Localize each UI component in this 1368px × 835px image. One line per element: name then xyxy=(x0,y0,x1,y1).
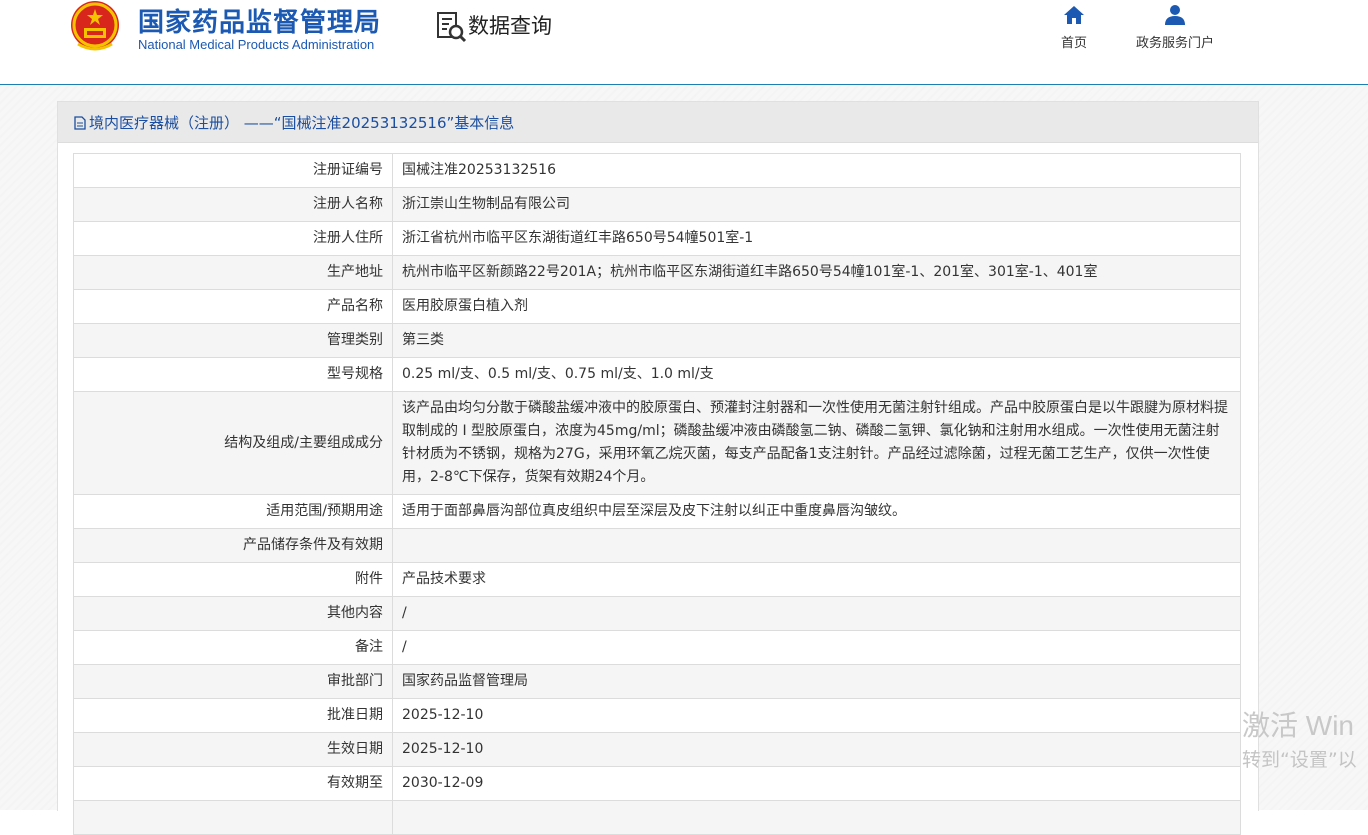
table-row: 注册证编号 国械注准20253132516 xyxy=(73,153,1241,188)
field-label: 备注 xyxy=(73,630,393,665)
info-table-body: 注册证编号 国械注准20253132516 注册人名称 浙江崇山生物制品有限公司 注册人… xyxy=(73,153,1241,835)
field-value: 2025-12-10 xyxy=(392,698,1241,733)
field-value: 国家药品监督管理局 xyxy=(392,664,1241,699)
nav-home-link[interactable]: 首页 xyxy=(1058,4,1090,51)
field-value: 国械注准20253132516 xyxy=(392,153,1241,188)
table-row: 型号规格 0.25 ml/支、0.5 ml/支、0.75 ml/支、1.0 ml/… xyxy=(73,357,1241,392)
field-label: 产品名称 xyxy=(73,289,393,324)
field-label xyxy=(73,800,393,835)
table-row: 其他内容 / xyxy=(73,596,1241,631)
site-title: 国家药品监督管理局 xyxy=(138,8,382,38)
activation-watermark-sub: 转到“设置”以 xyxy=(1242,749,1357,771)
field-value: / xyxy=(392,596,1241,631)
field-label: 生产地址 xyxy=(73,255,393,290)
table-row: 附件 产品技术要求 xyxy=(73,562,1241,597)
field-value: 该产品由均匀分散于磷酸盐缓冲液中的胶原蛋白、预灌封注射器和一次性使用无菌注射针组… xyxy=(392,391,1241,495)
field-label: 附件 xyxy=(73,562,393,597)
registration-info-table: 注册证编号 国械注准20253132516 注册人名称 浙江崇山生物制品有限公司 注册人… xyxy=(73,153,1241,835)
table-row: 结构及组成/主要组成成分 该产品由均匀分散于磷酸盐缓冲液中的胶原蛋白、预灌封注射器… xyxy=(73,391,1241,495)
field-value: / xyxy=(392,630,1241,665)
field-value: 浙江崇山生物制品有限公司 xyxy=(392,187,1241,222)
table-row: 产品储存条件及有效期 xyxy=(73,528,1241,563)
field-label: 注册人名称 xyxy=(73,187,393,222)
field-label: 注册人住所 xyxy=(73,221,393,256)
table-row: 生产地址 杭州市临平区新颜路22号201A；杭州市临平区东湖街道红丰路650号54… xyxy=(73,255,1241,290)
table-row: 有效期至 2030-12-09 xyxy=(73,766,1241,801)
user-icon xyxy=(1165,5,1185,25)
table-row: 审批部门 国家药品监督管理局 xyxy=(73,664,1241,699)
panel-title-text: 境内医疗器械（注册） ——“国械注准20253132516”基本信息 xyxy=(89,114,515,132)
field-value: 2025-12-10 xyxy=(392,732,1241,767)
field-label: 生效日期 xyxy=(73,732,393,767)
field-value: 浙江省杭州市临平区东湖街道红丰路650号54幢501室-1 xyxy=(392,221,1241,256)
table-row xyxy=(73,800,1241,835)
detail-panel: 境内医疗器械（注册） ——“国械注准20253132516”基本信息 注册证编号… xyxy=(57,101,1259,835)
table-row: 管理类别 第三类 xyxy=(73,323,1241,358)
site-subtitle: National Medical Products Administration xyxy=(138,37,375,52)
site-header: 国家药品监督管理局 National Medical Products Admi… xyxy=(0,0,1368,85)
activation-watermark: 激活 Win xyxy=(1242,710,1355,741)
field-label: 批准日期 xyxy=(73,698,393,733)
field-label: 管理类别 xyxy=(73,323,393,358)
field-value: 0.25 ml/支、0.5 ml/支、0.75 ml/支、1.0 ml/支 xyxy=(392,357,1241,392)
table-row: 适用范围/预期用途 适用于面部鼻唇沟部位真皮组织中层至深层及皮下注射以纠正中重度鼻… xyxy=(73,494,1241,529)
table-row: 批准日期 2025-12-10 xyxy=(73,698,1241,733)
field-value: 适用于面部鼻唇沟部位真皮组织中层至深层及皮下注射以纠正中重度鼻唇沟皱纹。 xyxy=(392,494,1241,529)
home-icon xyxy=(1064,6,1084,24)
field-value: 第三类 xyxy=(392,323,1241,358)
field-label: 注册证编号 xyxy=(73,153,393,188)
field-label: 审批部门 xyxy=(73,664,393,699)
field-label: 适用范围/预期用途 xyxy=(73,494,393,529)
table-row: 产品名称 医用胶原蛋白植入剂 xyxy=(73,289,1241,324)
field-value: 医用胶原蛋白植入剂 xyxy=(392,289,1241,324)
field-value: 2030-12-09 xyxy=(392,766,1241,801)
field-label: 型号规格 xyxy=(73,357,393,392)
panel-title: 境内医疗器械（注册） ——“国械注准20253132516”基本信息 xyxy=(74,112,514,133)
field-label: 其他内容 xyxy=(73,596,393,631)
field-value: 产品技术要求 xyxy=(392,562,1241,597)
nav-portal-link[interactable]: 政务服务门户 xyxy=(1130,4,1220,51)
table-row: 生效日期 2025-12-10 xyxy=(73,732,1241,767)
field-label: 产品储存条件及有效期 xyxy=(73,528,393,563)
document-icon xyxy=(74,116,86,130)
field-label: 有效期至 xyxy=(73,766,393,801)
nav-home-label: 首页 xyxy=(1060,36,1087,51)
national-emblem-icon xyxy=(71,1,119,51)
field-value xyxy=(392,800,1241,835)
data-query-title: 数据查询 xyxy=(468,14,552,38)
table-row: 注册人名称 浙江崇山生物制品有限公司 xyxy=(73,187,1241,222)
table-row: 注册人住所 浙江省杭州市临平区东湖街道红丰路650号54幢501室-1 xyxy=(73,221,1241,256)
nav-portal-label: 政务服务门户 xyxy=(1135,36,1214,51)
field-label: 结构及组成/主要组成成分 xyxy=(73,391,393,495)
panel-header: 境内医疗器械（注册） ——“国械注准20253132516”基本信息 xyxy=(58,102,1258,143)
data-query-icon xyxy=(437,12,467,43)
table-row: 备注 / xyxy=(73,630,1241,665)
field-value xyxy=(392,528,1241,563)
field-value: 杭州市临平区新颜路22号201A；杭州市临平区东湖街道红丰路650号54幢101… xyxy=(392,255,1241,290)
